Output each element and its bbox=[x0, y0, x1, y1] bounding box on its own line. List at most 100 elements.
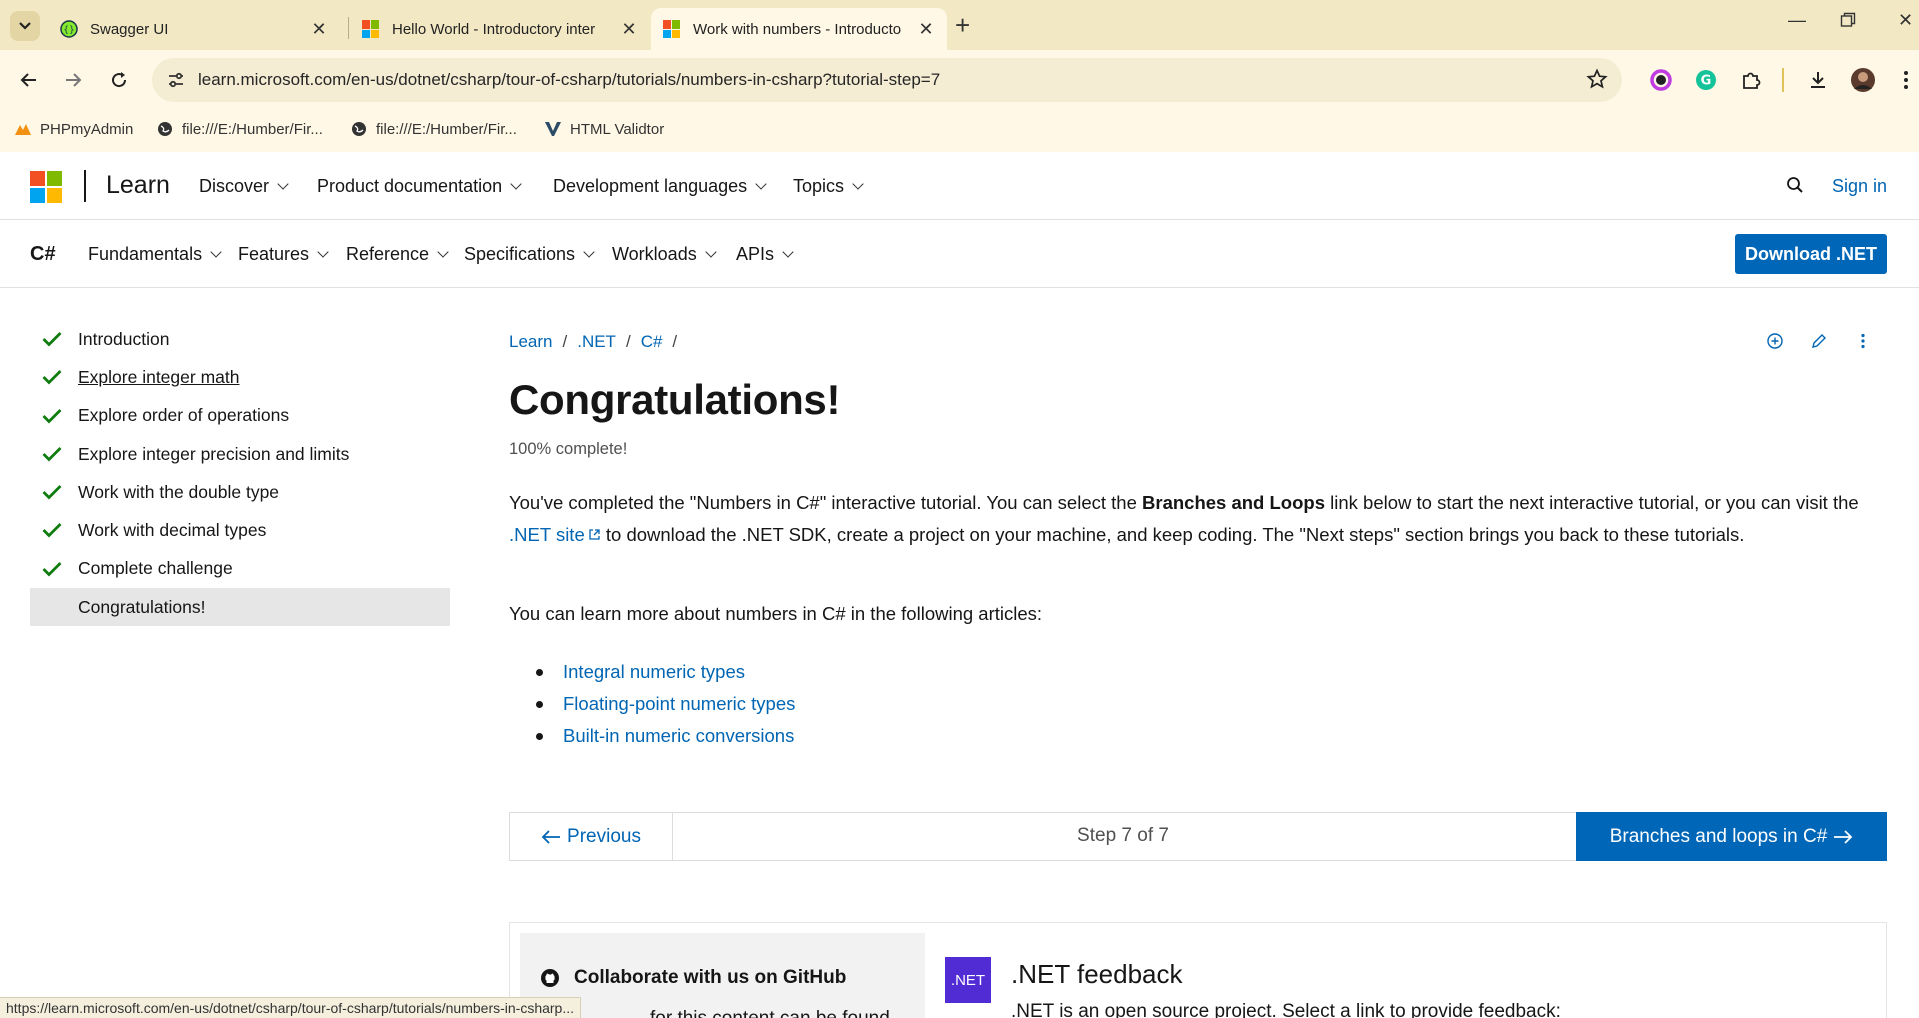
subnav-label: Workloads bbox=[612, 244, 697, 264]
checkmark-icon bbox=[42, 523, 62, 538]
bookmark-item[interactable]: file:///E:/Humber/Fir... bbox=[156, 120, 323, 138]
article-link[interactable]: Built-in numeric conversions bbox=[563, 725, 794, 747]
extensions-puzzle-icon[interactable] bbox=[1738, 67, 1764, 93]
breadcrumb-learn[interactable]: Learn bbox=[509, 332, 552, 352]
breadcrumb-dotnet[interactable]: .NET bbox=[577, 332, 616, 352]
bookmark-item[interactable]: file:///E:/Humber/Fir... bbox=[350, 120, 517, 138]
sign-in-link[interactable]: Sign in bbox=[1832, 176, 1887, 197]
restore-icon[interactable] bbox=[1840, 12, 1856, 33]
toc-item-precision-limits[interactable]: Explore integer precision and limits bbox=[30, 435, 450, 473]
previous-step-button[interactable]: Previous bbox=[510, 813, 673, 860]
download-dotnet-button[interactable]: Download .NET bbox=[1735, 234, 1887, 274]
product-title[interactable]: C# bbox=[30, 243, 56, 266]
subnav-specifications[interactable]: Specifications bbox=[464, 244, 595, 265]
browser-tab-bar: {} Swagger UI ✕ Hello World - Introducto… bbox=[0, 0, 1919, 50]
browser-tab[interactable]: {} Swagger UI ✕ bbox=[48, 8, 340, 50]
checkmark-icon bbox=[42, 446, 62, 462]
breadcrumb-csharp[interactable]: C# bbox=[641, 332, 663, 352]
reload-button[interactable] bbox=[106, 67, 132, 93]
download-icon[interactable] bbox=[1805, 67, 1831, 93]
nav-discover[interactable]: Discover bbox=[199, 176, 289, 197]
toc-item-complete-challenge[interactable]: Complete challenge bbox=[30, 550, 450, 588]
new-tab-button[interactable]: + bbox=[955, 12, 970, 38]
toc-item-label: Explore integer math bbox=[78, 366, 240, 387]
close-tab-icon[interactable]: ✕ bbox=[917, 19, 935, 40]
tab-title: Hello World - Introductory inter bbox=[392, 20, 596, 38]
toc-item-label: Congratulations! bbox=[78, 596, 206, 617]
tutorial-toc: Introduction Explore integer math Explor… bbox=[30, 320, 450, 627]
avatar[interactable] bbox=[1850, 67, 1876, 93]
learn-brand-link[interactable]: Learn bbox=[106, 171, 170, 200]
validator-icon bbox=[544, 120, 562, 138]
list-item: Floating-point numeric types bbox=[536, 688, 795, 720]
more-options-icon[interactable] bbox=[1852, 330, 1874, 352]
step-indicator: Step 7 of 7 bbox=[1077, 825, 1169, 846]
back-button[interactable] bbox=[16, 67, 42, 93]
subnav-features[interactable]: Features bbox=[238, 244, 329, 265]
minimize-icon[interactable]: — bbox=[1788, 10, 1806, 31]
close-tab-icon[interactable]: ✕ bbox=[310, 19, 328, 40]
breadcrumb: Learn / .NET / C# / bbox=[509, 332, 677, 352]
bookmark-item[interactable]: HTML Validtor bbox=[544, 120, 664, 138]
tab-search-button[interactable] bbox=[10, 11, 40, 41]
nav-label: Development languages bbox=[553, 176, 748, 196]
next-step-button[interactable]: Branches and loops in C# bbox=[1576, 812, 1887, 861]
nav-label: Product documentation bbox=[317, 176, 503, 196]
toc-item-label: Work with the double type bbox=[78, 481, 280, 502]
article-link[interactable]: Floating-point numeric types bbox=[563, 693, 795, 715]
toc-item-introduction[interactable]: Introduction bbox=[30, 320, 450, 358]
subnav-reference[interactable]: Reference bbox=[346, 244, 449, 265]
toc-item-explore-integer-math[interactable]: Explore integer math bbox=[30, 358, 450, 396]
header-divider bbox=[84, 170, 86, 202]
completion-paragraph: You've completed the "Numbers in C#" int… bbox=[509, 487, 1889, 551]
article-link[interactable]: Integral numeric types bbox=[563, 661, 745, 683]
subnav-workloads[interactable]: Workloads bbox=[612, 244, 717, 265]
toc-item-decimal-types[interactable]: Work with decimal types bbox=[30, 511, 450, 549]
step-navigation: Previous Step 7 of 7 Branches and loops … bbox=[509, 812, 1887, 861]
toc-item-label: Introduction bbox=[78, 328, 170, 349]
chevron-down-icon bbox=[437, 246, 449, 258]
breadcrumb-separator: / bbox=[562, 332, 568, 351]
address-bar[interactable]: learn.microsoft.com/en-us/dotnet/csharp/… bbox=[152, 58, 1622, 102]
subnav-label: Reference bbox=[346, 244, 430, 264]
bullet-icon bbox=[536, 668, 543, 676]
browser-tab-active[interactable]: Work with numbers - Introducto ✕ bbox=[651, 8, 947, 50]
subnav-apis[interactable]: APIs bbox=[736, 244, 794, 265]
github-title-text: Collaborate with us on GitHub bbox=[574, 967, 847, 988]
github-icon bbox=[541, 969, 559, 987]
subnav-fundamentals[interactable]: Fundamentals bbox=[88, 244, 222, 265]
toc-item-order-of-operations[interactable]: Explore order of operations bbox=[30, 397, 450, 435]
breadcrumb-separator: / bbox=[672, 332, 678, 351]
chevron-down-icon bbox=[583, 246, 595, 258]
extension-color-icon[interactable] bbox=[1648, 67, 1674, 93]
nav-label: Topics bbox=[793, 176, 845, 196]
checkmark-icon bbox=[42, 370, 62, 385]
browser-tab[interactable]: Hello World - Introductory inter ✕ bbox=[350, 8, 650, 50]
edit-pencil-icon[interactable] bbox=[1808, 330, 1830, 352]
forward-button[interactable] bbox=[60, 67, 86, 93]
bookmark-item[interactable]: PHPmyAdmin bbox=[14, 120, 133, 138]
add-to-collection-icon[interactable] bbox=[1764, 330, 1786, 352]
search-icon[interactable] bbox=[1786, 176, 1804, 199]
browser-menu-icon[interactable] bbox=[1893, 67, 1919, 93]
site-settings-icon[interactable] bbox=[166, 70, 186, 90]
bullet-icon bbox=[536, 732, 543, 740]
github-title[interactable]: Collaborate with us on GitHub bbox=[540, 967, 846, 989]
bookmark-label: HTML Validtor bbox=[570, 120, 665, 138]
nav-topics[interactable]: Topics bbox=[793, 176, 864, 197]
close-window-icon[interactable]: ✕ bbox=[1898, 10, 1913, 31]
arrow-left-icon bbox=[541, 829, 561, 844]
microsoft-logo[interactable] bbox=[30, 171, 62, 203]
grammarly-icon[interactable]: G bbox=[1693, 67, 1719, 93]
toc-item-congratulations[interactable]: Congratulations! bbox=[30, 588, 450, 627]
text-span: You've completed the "Numbers in C#" int… bbox=[509, 492, 1143, 513]
toc-item-label: Explore integer precision and limits bbox=[78, 443, 350, 464]
globe-icon bbox=[156, 120, 174, 138]
dotnet-site-link[interactable]: .NET site bbox=[509, 524, 601, 545]
nav-product-documentation[interactable]: Product documentation bbox=[317, 176, 522, 197]
checkmark-icon bbox=[42, 332, 62, 347]
toc-item-double-type[interactable]: Work with the double type bbox=[30, 473, 450, 511]
close-tab-icon[interactable]: ✕ bbox=[620, 19, 638, 40]
nav-development-languages[interactable]: Development languages bbox=[553, 176, 767, 197]
bookmark-star-icon[interactable] bbox=[1586, 68, 1608, 90]
